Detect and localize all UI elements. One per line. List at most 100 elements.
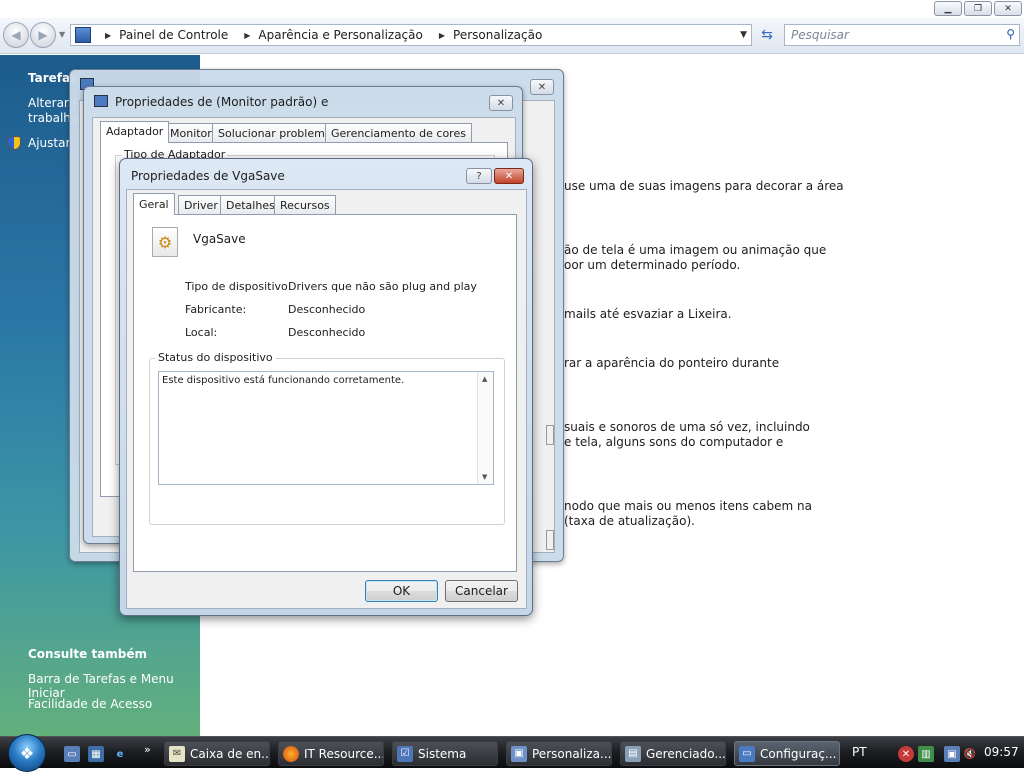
content-text: e tela, alguns sons do computador e <box>564 435 784 449</box>
quick-launch-more-icon[interactable]: » <box>144 743 151 756</box>
search-icon[interactable]: ⚲ <box>1006 27 1015 41</box>
content-text: ão de tela é uma imagem ou animação que <box>564 243 827 257</box>
task-link-2[interactable]: Ajustar <box>28 136 70 150</box>
breadcrumb-personalization[interactable]: Personalização <box>453 28 542 42</box>
system-icon: ☑ <box>397 745 413 762</box>
recent-pages-dropdown[interactable]: ▼ <box>59 30 65 39</box>
volume-muted-icon[interactable]: 🔇 <box>962 746 978 762</box>
ok-button[interactable]: OK <box>365 580 438 602</box>
refresh-button[interactable]: ⇆ <box>756 24 778 46</box>
device-status-textbox[interactable]: Este dispositivo está funcionando corret… <box>158 371 494 485</box>
display-settings-icon: ▭ <box>739 745 755 762</box>
close-icon: ✕ <box>504 170 514 182</box>
device-gear-icon: ⚙ <box>152 227 178 257</box>
scroll-down-icon[interactable]: ▼ <box>482 473 487 481</box>
button-edge[interactable] <box>546 530 554 550</box>
breadcrumb-control-panel[interactable]: Painel de Controle <box>119 28 228 42</box>
restore-button[interactable]: ❐ <box>964 1 992 16</box>
taskbar-button-label: Configuraç... <box>760 746 837 761</box>
vertical-scrollbar[interactable]: ▲ ▼ <box>477 372 493 484</box>
manufacturer-value: Desconhecido <box>288 303 366 316</box>
cancel-button[interactable]: Cancelar <box>445 580 518 602</box>
internet-explorer-icon[interactable]: e <box>112 746 128 762</box>
location-value: Desconhecido <box>288 326 366 339</box>
close-button[interactable]: ✕ <box>994 1 1022 16</box>
update-icon[interactable]: ▥ <box>918 746 934 762</box>
close-button[interactable]: ✕ <box>489 95 513 111</box>
minimize-button[interactable]: ▁ <box>934 1 962 16</box>
show-desktop-icon[interactable]: ▭ <box>64 746 80 762</box>
address-dropdown-icon[interactable]: ▼ <box>740 30 747 40</box>
personalize-icon: ▣ <box>511 745 527 762</box>
clock[interactable]: 09:57 <box>984 745 1019 759</box>
mail-icon: ✉ <box>169 745 185 762</box>
see-also-accessibility-link[interactable]: Facilidade de Acesso <box>28 697 152 711</box>
control-panel-icon <box>75 27 91 43</box>
device-status-label: Status do dispositivo <box>155 351 276 364</box>
language-indicator[interactable]: PT <box>852 745 867 759</box>
navigation-bar: ◀ ▶ ▼ ▶ Painel de Controle ▶ Aparência e… <box>0 18 1024 54</box>
tab-general[interactable]: Geral <box>133 193 175 215</box>
forward-button[interactable]: ▶ <box>30 22 56 48</box>
taskbar-button-mail[interactable]: ✉ Caixa de en... <box>164 741 270 766</box>
back-arrow-icon: ◀ <box>11 28 21 42</box>
taskbar-button-personalization[interactable]: ▣ Personaliza... <box>506 741 612 766</box>
taskbar: ❖ ▭ ▦ e » ✉ Caixa de en... IT Resource...… <box>0 734 1024 772</box>
firefox-icon <box>283 745 299 762</box>
security-alert-icon[interactable]: ✕ <box>898 746 914 762</box>
taskbar-button-label: IT Resource... <box>304 746 384 761</box>
window-controls: ▁ ❐ ✕ <box>934 1 1022 16</box>
manufacturer-label: Fabricante: <box>185 303 247 316</box>
network-icon[interactable]: ▣ <box>944 746 960 762</box>
content-text: nodo que mais ou menos itens cabem na <box>564 499 812 513</box>
switch-windows-icon[interactable]: ▦ <box>88 746 104 762</box>
taskbar-button-label: Sistema <box>418 746 467 761</box>
taskbar-button-system[interactable]: ☑ Sistema <box>392 741 498 766</box>
tab-details[interactable]: Detalhes <box>220 195 281 215</box>
scroll-up-icon[interactable]: ▲ <box>482 375 487 383</box>
tab-resources[interactable]: Recursos <box>274 195 336 215</box>
start-button[interactable]: ❖ <box>8 734 46 772</box>
location-label: Local: <box>185 326 218 339</box>
breadcrumb-appearance[interactable]: Aparência e Personalização <box>258 28 422 42</box>
taskbar-button-firefox[interactable]: IT Resource... <box>278 741 384 766</box>
monitor-icon <box>94 95 108 107</box>
breadcrumb-separator-icon: ▶ <box>244 30 251 40</box>
device-manager-icon: ▤ <box>625 745 641 762</box>
content-text: oor um determinado período. <box>564 258 741 272</box>
content-text: use uma de suas imagens para decorar a á… <box>564 179 844 193</box>
device-status-text: Este dispositivo está funcionando corret… <box>162 375 405 386</box>
device-type-label: Tipo de dispositivo: <box>185 280 292 293</box>
tab-driver[interactable]: Driver <box>178 195 224 215</box>
taskbar-button-device-manager[interactable]: ▤ Gerenciado... <box>620 741 726 766</box>
content-text: rar a aparência do ponteiro durante <box>564 356 780 370</box>
taskbar-button-display-settings[interactable]: ▭ Configuraç... <box>734 741 840 766</box>
vgasave-properties-dialog: Propriedades de VgaSave ? ✕ Geral Driver… <box>119 158 533 616</box>
device-name: VgaSave <box>193 232 246 246</box>
search-input[interactable]: Pesquisar ⚲ <box>784 24 1020 46</box>
back-button[interactable]: ◀ <box>3 22 29 48</box>
close-button[interactable]: ✕ <box>530 79 554 95</box>
close-button[interactable]: ✕ <box>494 168 524 184</box>
see-also-taskbar-link[interactable]: Barra de Tarefas e Menu Iniciar <box>28 672 200 700</box>
dialog-title: Propriedades de (Monitor padrão) e <box>115 95 329 109</box>
address-bar[interactable]: ▶ Painel de Controle ▶ Aparência e Perso… <box>70 24 752 46</box>
search-placeholder: Pesquisar <box>791 28 849 42</box>
help-button[interactable]: ? <box>466 168 492 184</box>
breadcrumb-separator-icon: ▶ <box>438 30 446 40</box>
content-text: mails até esvaziar a Lixeira. <box>564 307 732 321</box>
taskbar-button-label: Personaliza... <box>532 746 612 761</box>
content-text: (taxa de atualização). <box>564 514 695 528</box>
dialog-title: Propriedades de VgaSave <box>131 169 285 183</box>
tab-monitor[interactable]: Monitor <box>164 123 218 143</box>
breadcrumb-separator-icon: ▶ <box>105 30 112 40</box>
tab-adapter[interactable]: Adaptador <box>100 121 170 143</box>
tab-troubleshoot[interactable]: Solucionar problemas <box>212 123 344 143</box>
general-tab-page: ⚙ VgaSave Tipo de dispositivo: Drivers q… <box>133 214 517 572</box>
taskbar-button-label: Caixa de en... <box>190 746 270 761</box>
content-text: suais e sonoros de uma só vez, incluindo <box>564 420 810 434</box>
help-icon: ? <box>476 170 482 182</box>
tab-color-management[interactable]: Gerenciamento de cores <box>325 123 472 143</box>
shield-icon <box>7 136 21 150</box>
button-edge[interactable] <box>546 425 554 445</box>
